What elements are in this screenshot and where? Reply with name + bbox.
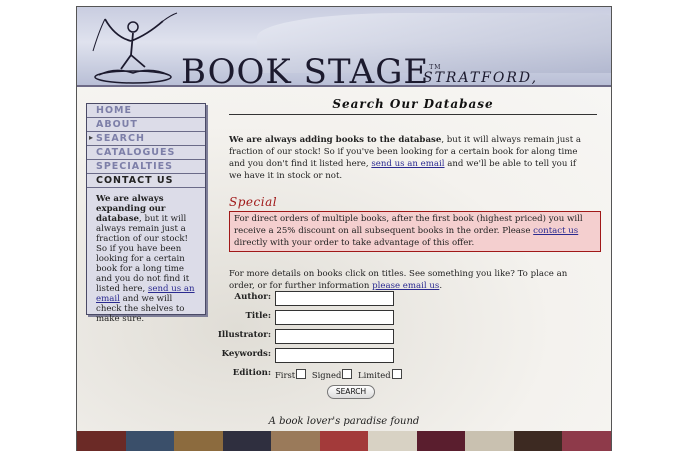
main-content: Search Our Database We are always adding… xyxy=(229,97,601,292)
footer-tagline: A book lover's paradise found xyxy=(268,416,420,427)
keywords-input[interactable] xyxy=(275,348,394,363)
title-input[interactable] xyxy=(275,310,394,325)
keywords-row: Keywords: xyxy=(177,348,557,363)
sidebar: HOME ABOUT ▸ SEARCH CATALOGUES SPECIALTI… xyxy=(86,103,206,324)
special-offer-box: For direct orders of multiple books, aft… xyxy=(229,211,601,252)
book-spine xyxy=(77,431,126,451)
reader-figure-logo-icon xyxy=(92,12,178,84)
illustrator-row: Illustrator: xyxy=(177,329,557,344)
nav-home[interactable]: HOME xyxy=(87,104,205,118)
author-input[interactable] xyxy=(275,291,394,306)
more-email-link[interactable]: please email us xyxy=(372,281,439,291)
author-row: Author: xyxy=(177,291,557,306)
book-spines-image xyxy=(77,431,611,451)
book-spine xyxy=(416,431,466,451)
brand-name: BOOK STAGETM xyxy=(181,52,442,92)
edition-first-checkbox[interactable] xyxy=(296,369,307,379)
book-spine xyxy=(562,431,611,451)
edition-row: Edition: First Signed Limited xyxy=(177,367,557,381)
nav-search[interactable]: SEARCH xyxy=(87,132,205,146)
nav-search-wrapper: ▸ SEARCH xyxy=(87,132,205,146)
page: BOOK STAGETM STRATFORD, ONTARIO HOME ABO… xyxy=(76,6,612,451)
edition-label: Edition: xyxy=(232,368,271,378)
illustrator-input[interactable] xyxy=(275,329,394,344)
book-spine xyxy=(513,431,563,451)
author-label: Author: xyxy=(234,292,271,302)
book-spine xyxy=(368,431,417,451)
book-spine xyxy=(222,431,272,451)
edition-options: First Signed Limited xyxy=(275,369,405,380)
title-label: Title: xyxy=(245,311,271,321)
book-spine xyxy=(174,431,223,451)
edition-limited-label: Limited xyxy=(358,370,391,380)
book-spine xyxy=(465,431,514,451)
special-contact-link[interactable]: contact us xyxy=(533,226,578,236)
intro-bold: We are always adding books to the databa… xyxy=(229,135,442,145)
edition-signed-checkbox[interactable] xyxy=(342,369,353,379)
keywords-label: Keywords: xyxy=(221,349,271,359)
book-spine xyxy=(125,431,175,451)
book-spine xyxy=(319,431,369,451)
edition-signed-label: Signed xyxy=(311,370,342,380)
page-title: Search Our Database xyxy=(229,97,597,115)
nav-specialties[interactable]: SPECIALTIES xyxy=(87,160,205,174)
sidebar-note-text: , but it will always remain just a fract… xyxy=(96,214,190,294)
more-details-paragraph: For more details on books click on title… xyxy=(229,268,589,292)
more-text-end: . xyxy=(439,281,443,291)
illustrator-label: Illustrator: xyxy=(217,330,271,340)
site-header: BOOK STAGETM STRATFORD, ONTARIO xyxy=(77,7,611,102)
search-button[interactable]: SEARCH xyxy=(327,385,375,399)
edition-first-label: First xyxy=(275,370,296,380)
special-heading: Special xyxy=(229,195,278,209)
edition-limited-checkbox[interactable] xyxy=(391,369,402,379)
title-row: Title: xyxy=(177,310,557,325)
book-spine xyxy=(271,431,320,451)
nav-about[interactable]: ABOUT xyxy=(87,118,205,132)
special-text: For direct orders of multiple books, aft… xyxy=(234,214,583,236)
nav-catalogues[interactable]: CATALOGUES xyxy=(87,146,205,160)
special-text-end: directly with your order to take advanta… xyxy=(234,238,475,248)
nav-contact-us[interactable]: CONTACT US xyxy=(87,174,205,188)
intro-paragraph: We are always adding books to the databa… xyxy=(229,134,589,182)
intro-email-link[interactable]: send us an email xyxy=(371,159,444,169)
